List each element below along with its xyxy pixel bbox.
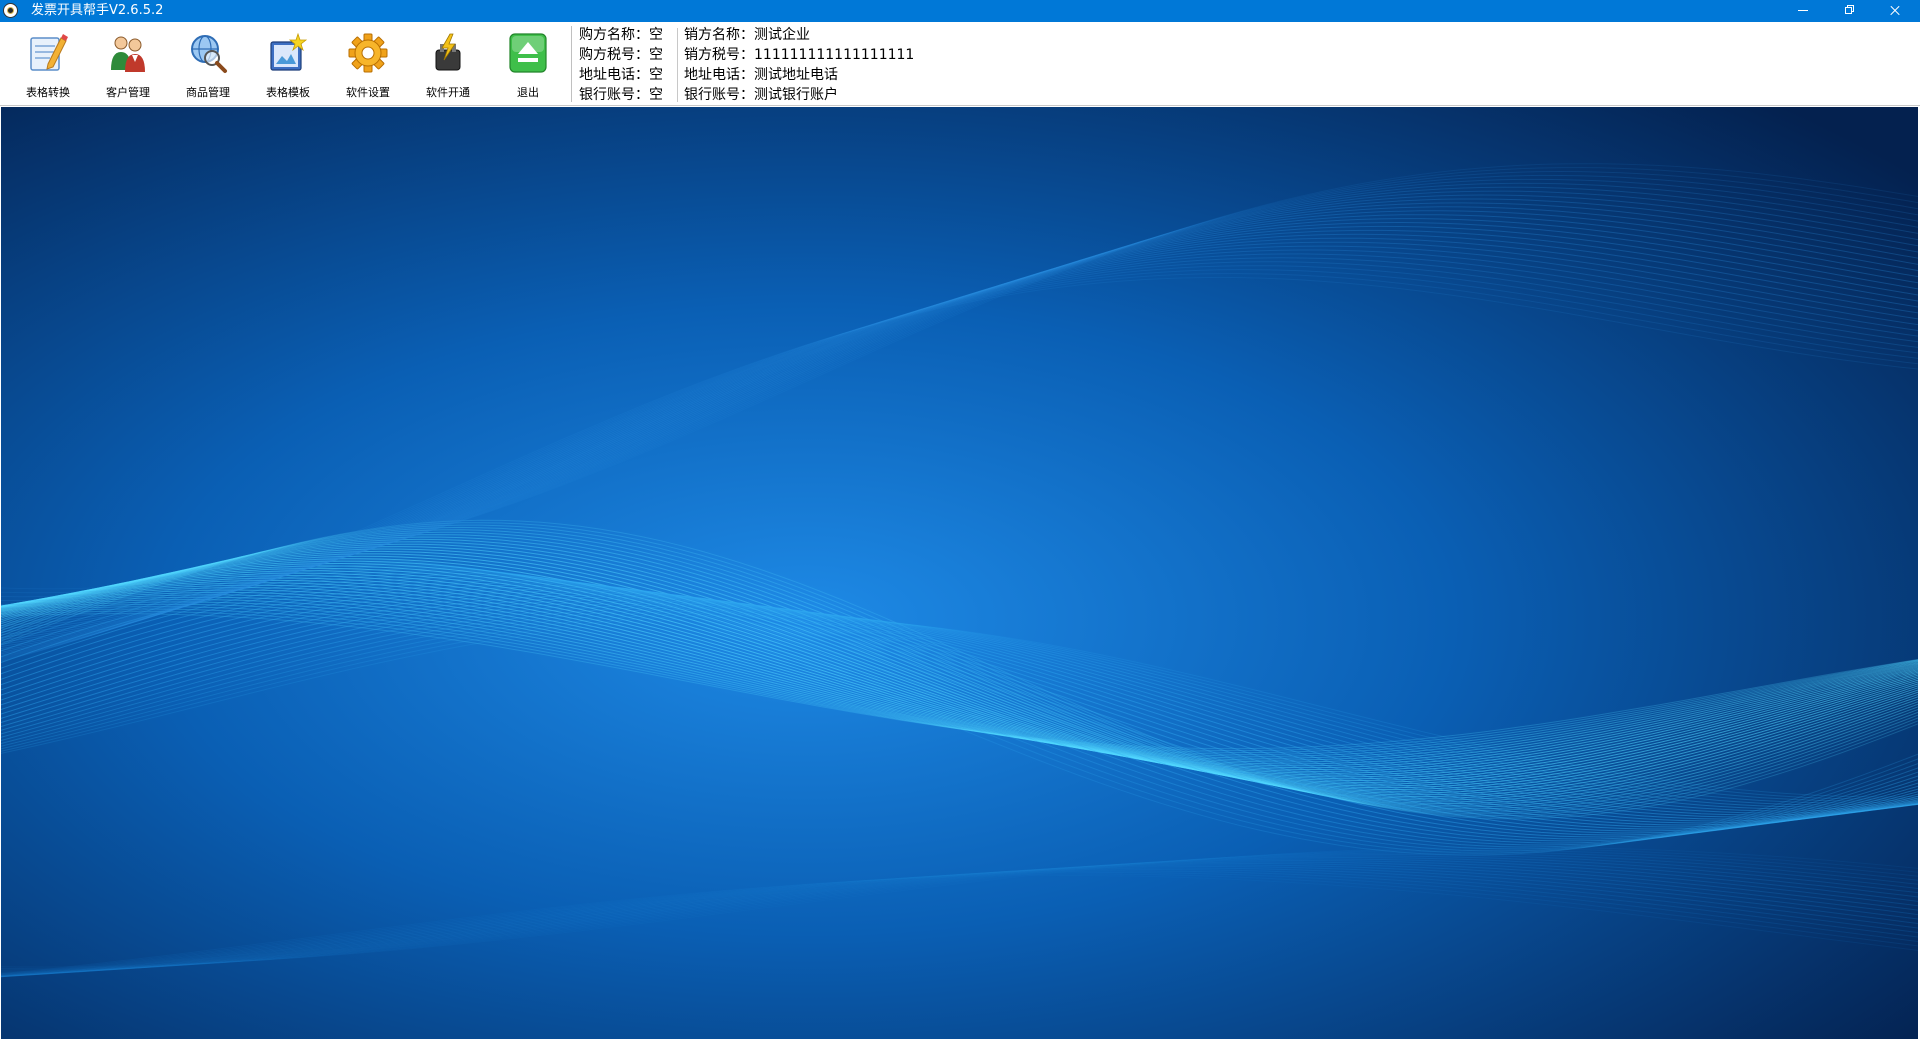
customer-management-button[interactable]: 客户管理 xyxy=(96,28,160,100)
app-icon[interactable] xyxy=(3,3,18,18)
software-activation-button[interactable]: 软件开通 xyxy=(416,28,480,100)
seller-address-phone: 地址电话：测试地址电话 xyxy=(684,67,838,83)
template-icon xyxy=(270,32,308,71)
goods-management-button[interactable]: 商品管理 xyxy=(176,28,240,100)
exit-button[interactable]: 退出 xyxy=(496,28,560,100)
goods-management-label: 商品管理 xyxy=(186,86,230,99)
exit-label: 退出 xyxy=(517,86,539,99)
table-template-label: 表格模板 xyxy=(266,86,310,99)
background-image xyxy=(1,107,1918,1039)
seller-bank-account: 银行账号：测试银行账户 xyxy=(684,87,838,103)
minimize-button[interactable] xyxy=(1780,0,1826,22)
window-title: 发票开具帮手V2.6.5.2 xyxy=(31,3,164,18)
software-activation-label: 软件开通 xyxy=(426,86,470,99)
gear-icon xyxy=(348,33,388,73)
wave-background-art xyxy=(1,107,1918,1039)
buyer-name: 购方名称：空 xyxy=(579,27,663,43)
buyer-bank-account: 银行账号：空 xyxy=(579,87,663,103)
toolbar: 表格转换 客户管理 商品管理 表格模板 软件设置 软件开通 退出 购方名称：空 … xyxy=(0,22,1920,106)
activate-icon xyxy=(435,33,461,71)
minimize-icon xyxy=(1798,10,1808,11)
table-template-button[interactable]: 表格模板 xyxy=(256,28,320,100)
software-settings-label: 软件设置 xyxy=(346,86,390,99)
table-convert-button[interactable]: 表格转换 xyxy=(16,28,80,100)
exit-icon xyxy=(509,33,547,73)
goods-search-icon xyxy=(191,35,227,73)
table-convert-label: 表格转换 xyxy=(26,86,70,99)
seller-info: 销方名称：测试企业 销方税号：111111111111111111 地址电话：测… xyxy=(684,25,914,105)
title-bar: 发票开具帮手V2.6.5.2 xyxy=(0,0,1920,22)
info-divider xyxy=(677,28,678,102)
seller-name: 销方名称：测试企业 xyxy=(684,27,810,43)
edit-table-icon xyxy=(30,34,68,71)
close-button[interactable] xyxy=(1872,0,1918,22)
main-area xyxy=(0,106,1920,1039)
toolbar-divider xyxy=(571,26,572,102)
software-settings-button[interactable]: 软件设置 xyxy=(336,28,400,100)
buyer-tax-id: 购方税号：空 xyxy=(579,47,663,63)
customers-icon xyxy=(111,36,145,72)
seller-tax-id: 销方税号：111111111111111111 xyxy=(684,47,915,63)
restore-icon-back xyxy=(1845,7,1852,14)
buyer-info: 购方名称：空 购方税号：空 地址电话：空 银行账号：空 xyxy=(579,25,663,105)
buyer-address-phone: 地址电话：空 xyxy=(579,67,663,83)
customer-management-label: 客户管理 xyxy=(106,86,150,99)
restore-button[interactable] xyxy=(1826,0,1872,22)
